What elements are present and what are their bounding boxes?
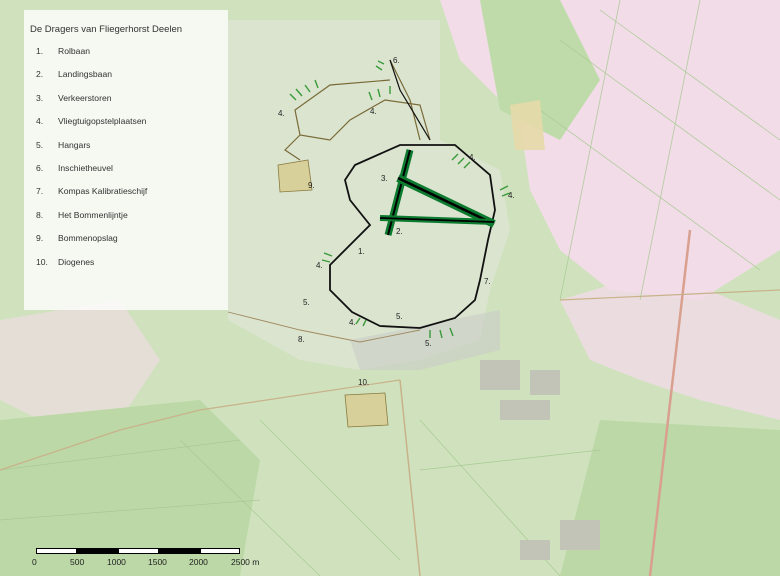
legend-item-label: Inschietheuvel — [58, 162, 113, 173]
legend-item-number: 4. — [36, 116, 44, 127]
legend-item-label: Vliegtuigopstelplaatsen — [58, 116, 147, 127]
legend-item-number: 7. — [36, 186, 44, 197]
map-marker-runway: 2. — [396, 227, 403, 236]
scale-bar-label: 2500 m — [231, 557, 260, 567]
legend-item-number: 6. — [36, 162, 44, 173]
legend-item-number: 1. — [36, 46, 44, 56]
legend-item-number: 5. — [36, 139, 44, 150]
scale-bar-label: 1500 — [148, 557, 167, 567]
map-marker-parking: 4. — [469, 153, 476, 162]
legend-item-number: 10. — [36, 256, 48, 267]
scale-bar-segment — [77, 548, 118, 554]
map-marker-taxiway: 1. — [358, 247, 365, 256]
scale-bar-label: 0 — [32, 557, 37, 567]
scale-bar-segment — [200, 548, 240, 554]
legend-item: 7. Kompas Kalibratieschijf — [36, 186, 147, 209]
legend-item-label: Diogenes — [58, 256, 95, 267]
map-marker-parking: 4. — [278, 109, 285, 118]
legend-item: 8. Het Bommenlijntje — [36, 210, 147, 233]
field-area-ne — [510, 100, 545, 150]
legend-item: 10. Diogenes — [36, 257, 147, 280]
map-marker-bomb-line: 8. — [298, 335, 305, 344]
legend-item-label: Verkeerstoren — [58, 92, 112, 103]
map-marker-compass-platform: 7. — [484, 277, 491, 286]
map-marker-parking: 4. — [370, 107, 377, 116]
legend-item-label: Het Bommenlijntje — [58, 209, 128, 220]
legend-item: 6. Inschietheuvel — [36, 163, 147, 186]
legend-item-number: 9. — [36, 233, 44, 244]
map-marker-bomb-storage: 9. — [308, 181, 315, 190]
legend-item: 4. Vliegtuigopstelplaatsen — [36, 116, 147, 139]
map-marker-parking: 4. — [349, 318, 356, 327]
field-area-s — [344, 392, 389, 428]
map-marker-hangar: 5. — [425, 339, 432, 348]
scale-bar-segment — [118, 548, 159, 554]
legend-item-label: Bommenopslag — [58, 233, 118, 244]
map-marker-parking: 4. — [316, 261, 323, 270]
legend-item-number: 2. — [36, 69, 44, 80]
legend-item: 1. Rolbaan — [36, 46, 147, 69]
legend-item-label: Hangars — [58, 139, 91, 150]
legend-panel: De Dragers van Fliegerhorst Deelen 1. Rol… — [24, 10, 228, 310]
legend-item: 3. Verkeerstoren — [36, 93, 147, 116]
map-marker-parking: 4. — [508, 191, 515, 200]
map-marker-diogenes: 10. — [358, 378, 370, 387]
legend-item-number: 8. — [36, 209, 44, 220]
scale-bar-label: 500 — [70, 557, 85, 567]
map-marker-hangar: 5. — [396, 312, 403, 321]
legend-item-label: Landingsbaan — [58, 69, 113, 80]
map-marker-tower: 3. — [381, 174, 388, 183]
legend-item-label: Rolbaan — [58, 46, 91, 56]
legend-item: 2. Landingsbaan — [36, 69, 147, 92]
scale-bar-label: 2000 — [189, 557, 208, 567]
scale-bar-label: 1000 — [107, 557, 126, 567]
legend-item: 9. Bommenopslag — [36, 233, 147, 256]
scale-bar: 0 500 1000 1500 2000 2500 m — [30, 546, 310, 572]
bomb-storage-area — [277, 159, 313, 193]
map-marker-hangar: 5. — [303, 298, 310, 307]
legend-item-number: 3. — [36, 92, 44, 103]
legend-item: 5. Hangars — [36, 140, 147, 163]
legend-title: De Dragers van Fliegerhorst Deelen — [30, 24, 183, 35]
legend-item-label: Kompas Kalibratieschijf — [58, 186, 148, 197]
scale-bar-segment — [36, 548, 77, 554]
scale-bar-segment — [159, 548, 200, 554]
map-marker-firing-mound: 6. — [393, 56, 400, 65]
legend-list: 1. Rolbaan 2. Landingsbaan 3. Verkeerstoren… — [36, 46, 147, 280]
